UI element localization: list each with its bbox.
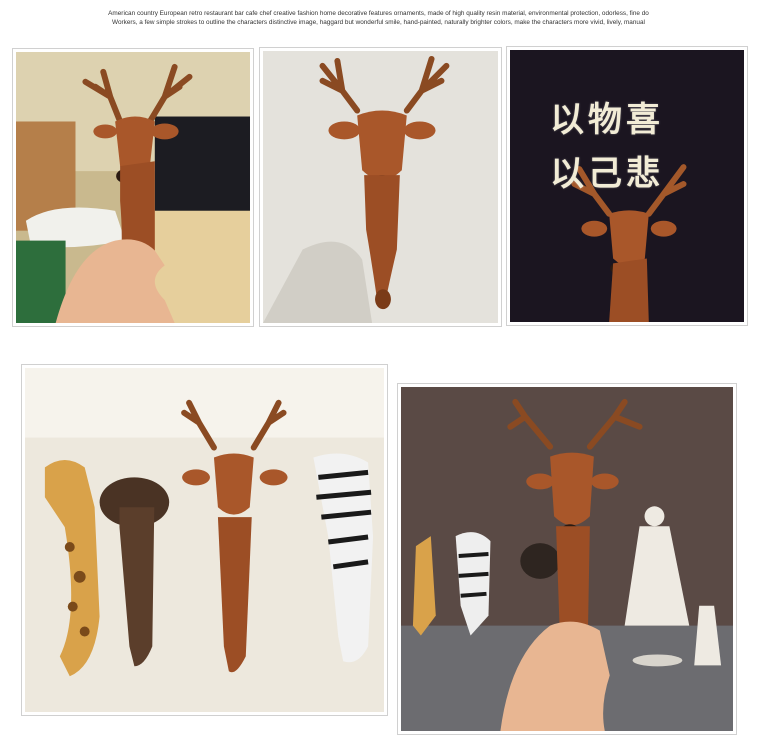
description-line-2: Workers, a few simple strokes to outline… [112,19,645,26]
slogan-line-2: 以己悲 [550,154,664,194]
deer-hook-figurines-image [401,387,733,731]
deer-hook-hand-image [16,52,250,323]
deer-hook-dark-image: 以物喜 以己悲 [510,50,744,322]
product-photo-dark-background: 以物喜 以己悲 [506,46,748,326]
product-photo-animal-lineup [21,364,388,716]
product-photo-hand-held [12,48,254,327]
deer-hook-wall-image [263,51,498,323]
product-description: American country European retro restaura… [0,9,757,27]
animal-hooks-lineup-image [25,368,384,712]
product-photo-with-figurines [397,383,737,735]
description-line-1: American country European retro restaura… [108,10,649,17]
product-photo-wall-mounted [259,47,502,327]
slogan-line-1: 以物喜 [550,100,664,140]
